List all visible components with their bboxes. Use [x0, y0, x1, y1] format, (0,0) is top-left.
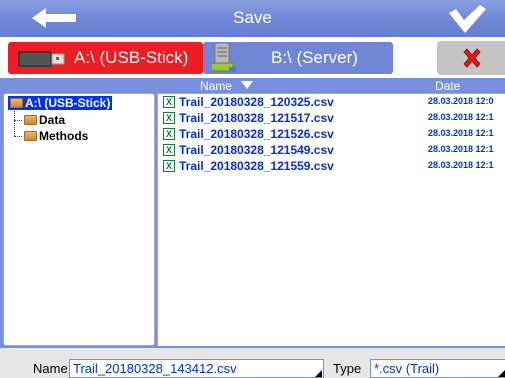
file-type-value: *.csv (Trail)	[374, 361, 440, 376]
file-type-select[interactable]: *.csv (Trail)	[370, 359, 505, 378]
file-name: Trail_20180328_121559.csv	[179, 159, 334, 173]
tree-item-label: Data	[39, 113, 66, 127]
title-bar: Save	[0, 0, 505, 37]
folder-icon	[10, 98, 23, 108]
csv-file-icon: X	[163, 160, 175, 172]
dialog-title: Save	[233, 8, 272, 27]
file-row[interactable]: X Trail_20180328_121559.csv 28.03.2018 1…	[163, 159, 505, 175]
tab-server-label: B:\ (Server)	[271, 48, 358, 67]
tree-item-data[interactable]: Data	[24, 113, 65, 127]
file-name: Trail_20180328_120325.csv	[179, 95, 334, 109]
csv-file-icon: X	[163, 112, 175, 124]
file-name-value: Trail_20180328_143412.csv	[73, 361, 237, 376]
tree-connector	[14, 106, 15, 136]
file-name-input[interactable]: Trail_20180328_143412.csv	[69, 359, 324, 378]
name-column-label: Name	[200, 79, 233, 93]
name-label: Name	[33, 361, 68, 376]
tab-usb-stick[interactable]: A:\ (USB-Stick)	[8, 42, 203, 74]
file-date: 28.03.2018 12:1	[428, 144, 494, 154]
file-date: 28.03.2018 12:1	[428, 160, 494, 170]
tree-connector	[14, 136, 22, 137]
folder-icon	[24, 131, 37, 141]
dropdown-corner-icon	[498, 370, 505, 377]
tree-item-label: A:\ (USB-Stick)	[25, 96, 111, 110]
file-row[interactable]: X Trail_20180328_121549.csv 28.03.2018 1…	[163, 143, 505, 159]
date-column-header[interactable]: Date	[435, 79, 460, 93]
file-name: Trail_20180328_121517.csv	[179, 111, 334, 125]
folder-icon	[24, 115, 37, 125]
tree-item-methods[interactable]: Methods	[24, 129, 88, 143]
checkmark-icon	[449, 5, 486, 33]
file-date: 28.03.2018 12:0	[428, 96, 494, 106]
file-name: Trail_20180328_121549.csv	[179, 143, 334, 157]
file-date: 28.03.2018 12:1	[428, 112, 494, 122]
ok-button[interactable]	[446, 3, 488, 35]
tab-usb-stick-label: A:\ (USB-Stick)	[74, 48, 189, 67]
tree-item-label: Methods	[39, 129, 89, 143]
csv-file-icon: X	[163, 128, 175, 140]
usb-stick-icon	[18, 51, 65, 67]
server-icon	[211, 43, 236, 72]
name-column-header[interactable]: Name	[200, 79, 254, 93]
tree-item-usb-stick[interactable]: A:\ (USB-Stick)	[8, 96, 113, 110]
folder-tree: A:\ (USB-Stick) Data Methods	[3, 93, 155, 346]
file-row[interactable]: X Trail_20180328_121526.csv 28.03.2018 1…	[163, 127, 505, 143]
csv-file-icon: X	[163, 144, 175, 156]
file-date: 28.03.2018 12:1	[428, 128, 494, 138]
file-row[interactable]: X Trail_20180328_120325.csv 28.03.2018 1…	[163, 95, 505, 111]
file-row[interactable]: X Trail_20180328_121517.csv 28.03.2018 1…	[163, 111, 505, 127]
file-name: Trail_20180328_121526.csv	[179, 127, 334, 141]
resize-corner-icon	[315, 370, 322, 377]
tab-server[interactable]: B:\ (Server)	[203, 42, 393, 74]
sort-descending-icon	[241, 81, 254, 89]
save-options-bar: Name Trail_20180328_143412.csv Type *.cs…	[0, 348, 505, 378]
close-icon	[463, 48, 481, 68]
type-label: Type	[333, 361, 362, 376]
csv-file-icon: X	[163, 96, 175, 108]
close-button[interactable]	[437, 41, 505, 75]
tree-connector	[14, 120, 22, 121]
